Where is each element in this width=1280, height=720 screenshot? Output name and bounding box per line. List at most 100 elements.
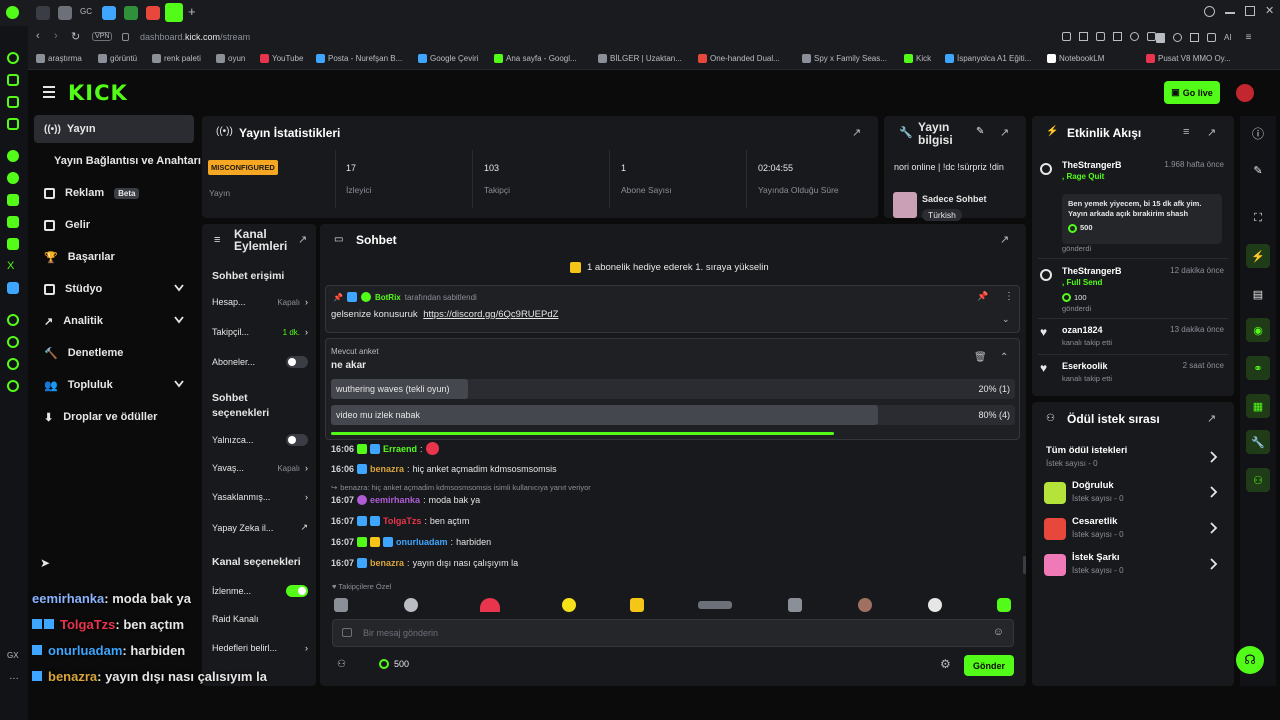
goals-setting[interactable]: Hedefleri belirl... › <box>212 643 308 653</box>
bookmark-item[interactable]: YouTube <box>260 54 303 63</box>
chat-message[interactable]: 16:07 onurluadam: harbiden <box>331 537 491 547</box>
popout-icon[interactable]: ↗ <box>298 233 307 246</box>
tab-icon[interactable] <box>146 6 160 20</box>
go-live-button[interactable]: ▣ Go live <box>1164 81 1220 104</box>
message-user[interactable]: Erraend <box>383 444 417 454</box>
bookmark-item[interactable]: İspanyolca A1 Eğiti... <box>945 54 1031 63</box>
message-user[interactable]: benazra <box>370 558 404 568</box>
ai-moderation-setting[interactable]: Yapay Zeka il... ↗ <box>212 522 308 533</box>
popout-icon[interactable]: ↗ <box>1000 233 1009 246</box>
new-tab-button[interactable]: + <box>188 4 196 19</box>
chat-scrollbar[interactable] <box>1023 556 1026 574</box>
chat-message[interactable]: 16:06 Erraend: <box>331 442 439 455</box>
speed-dial-icon[interactable] <box>7 52 19 64</box>
reward-item-cesaretlik[interactable]: Cesaretlik İstek sayısı - 0 <box>1044 515 1222 545</box>
play-icon[interactable] <box>1113 32 1122 41</box>
slow-mode-setting[interactable]: Yavaş... Kapalı › <box>212 463 308 473</box>
sidebar-item-moderation[interactable]: 🔨 Denetleme <box>34 339 194 367</box>
maximize-icon[interactable] <box>1245 6 1255 16</box>
message-user[interactable]: onurluadam <box>396 537 448 547</box>
bookmark-item[interactable]: Google Çeviri <box>418 54 478 63</box>
message-user[interactable]: TolgaTzs <box>383 516 421 526</box>
bookmark-item[interactable]: görüntü <box>98 54 137 63</box>
clock-icon[interactable] <box>7 336 19 348</box>
bookmark-item[interactable]: oyun <box>216 54 245 63</box>
avatar[interactable] <box>1236 84 1254 102</box>
download-icon[interactable] <box>1147 32 1156 41</box>
chat-features-icon[interactable]: ⚇ <box>337 659 346 670</box>
bookmarks-icon[interactable] <box>7 74 19 86</box>
settings-icon[interactable] <box>7 380 19 392</box>
vpn-badge[interactable]: VPN <box>92 32 113 41</box>
more-icon[interactable]: … <box>9 671 19 682</box>
hamburger-menu-icon[interactable] <box>43 86 55 98</box>
event-user[interactable]: TheStrangerB, Full Send <box>1062 266 1122 287</box>
emote-icon[interactable] <box>997 598 1011 612</box>
bookmark-item[interactable]: renk paleti <box>152 54 201 63</box>
emote-icon[interactable] <box>698 601 732 609</box>
emote-icon[interactable] <box>630 598 644 612</box>
bookmark-item[interactable]: Kick <box>904 54 931 63</box>
tiktok-icon[interactable] <box>7 238 19 250</box>
tab-icon[interactable] <box>124 6 138 20</box>
cast-icon[interactable] <box>1190 33 1199 42</box>
event-user[interactable]: TheStrangerB, Rage Quit <box>1062 160 1122 181</box>
sidebar-item-studio[interactable]: Stüdyo <box>34 275 194 303</box>
reward-item-dogruluk[interactable]: Doğruluk İstek sayısı - 0 <box>1044 479 1222 509</box>
sidebar-item-ads[interactable]: Reklam Beta <box>34 179 194 207</box>
filter-icon[interactable]: ≡ <box>1183 126 1189 138</box>
list-icon[interactable]: ▤ <box>1246 282 1270 306</box>
bookmark-item[interactable]: Spy x Family Seas... <box>802 54 887 63</box>
bookmark-item[interactable]: NotebookLM <box>1047 54 1104 63</box>
poll-option-2[interactable]: video mu izlek nabak 80% (4) <box>331 405 1015 425</box>
emote-icon[interactable] <box>858 598 872 612</box>
gift-sub-banner[interactable]: 1 abonelik hediye ederek 1. sıraya yükse… <box>570 262 769 273</box>
category-name[interactable]: Sadece Sohbet <box>922 194 987 204</box>
chat-message[interactable]: 16:07 TolgaTzs: ben açtım <box>331 516 469 526</box>
whatsapp-icon[interactable] <box>7 172 19 184</box>
channel-points[interactable]: 500 <box>379 659 409 669</box>
x-icon[interactable]: X <box>7 260 19 272</box>
sidebar-item-stream[interactable]: ((•)) Yayın <box>34 115 194 143</box>
bookmark-item[interactable]: Pusat V8 MMO Oy... <box>1146 54 1231 63</box>
reward-item-song-request[interactable]: İstek Şarkı İstek sayısı - 0 <box>1044 551 1222 581</box>
bookmark-item[interactable]: Posta - Nurefşan B... <box>316 54 402 63</box>
camera-icon[interactable]: ⛶ <box>1246 206 1270 230</box>
chat-message[interactable]: 16:07 eemirhanka: moda bak ya <box>331 495 480 505</box>
message-user[interactable]: eemirhanka <box>370 495 420 505</box>
poll-option-1[interactable]: wuthering waves (tekli oyun) 20% (1) <box>331 379 1015 399</box>
message-user[interactable]: benazra <box>370 464 404 474</box>
event-user[interactable]: Eserkoolik kanalı takip etti <box>1062 361 1112 383</box>
history-icon[interactable] <box>7 96 19 108</box>
chat-settings-gear-icon[interactable]: ⚙ <box>940 657 951 671</box>
delete-poll-icon[interactable]: 🗑 <box>974 352 987 363</box>
chat-message[interactable]: 16:06 benazra: hiç anket açmadim kdmsosm… <box>331 464 557 474</box>
snapshot-icon[interactable] <box>1079 32 1088 41</box>
emote-icon[interactable] <box>788 598 802 612</box>
gx-icon[interactable]: GX <box>7 651 19 660</box>
banned-words-setting[interactable]: Yasaklanmış... › <box>212 492 308 502</box>
calendar-icon[interactable]: ▦ <box>1246 394 1270 418</box>
edit-icon[interactable]: ✎ <box>976 126 984 137</box>
pinned-link[interactable]: https://discord.gg/6Qc9RUEPdZ <box>423 309 558 320</box>
reward-queue-icon[interactable]: ⚇ <box>1246 468 1270 492</box>
opera-logo-icon[interactable] <box>6 6 19 19</box>
chevron-up-icon[interactable]: ⌃ <box>1000 352 1008 363</box>
active-tab-kick-icon[interactable] <box>165 3 183 22</box>
emote-icon[interactable] <box>928 598 942 612</box>
event-user[interactable]: ozan1824 kanalı takip etti <box>1062 325 1112 347</box>
instagram-icon[interactable] <box>7 216 19 228</box>
emoji-picker-icon[interactable]: ☺ <box>993 626 1004 638</box>
account-age-setting[interactable]: Hesap... Kapalı › <box>212 297 308 307</box>
app-icon[interactable] <box>7 282 19 294</box>
raid-channel-setting[interactable]: Raid Kanalı <box>212 614 308 624</box>
bookmark-item[interactable]: BİLGER | Uzaktan... <box>598 54 682 63</box>
wrench-icon[interactable]: 🔧 <box>1246 430 1270 454</box>
bookmark-item[interactable]: araştırma <box>36 54 82 63</box>
link-icon[interactable]: ⚭ <box>1246 356 1270 380</box>
camera-icon[interactable] <box>1062 32 1071 41</box>
sidebar-item-drops[interactable]: ⬇ Droplar ve ödüller <box>34 403 194 431</box>
emote-only-toggle[interactable] <box>286 434 308 446</box>
minimize-icon[interactable] <box>1225 12 1235 14</box>
unpin-icon[interactable]: 📌 <box>977 291 988 302</box>
